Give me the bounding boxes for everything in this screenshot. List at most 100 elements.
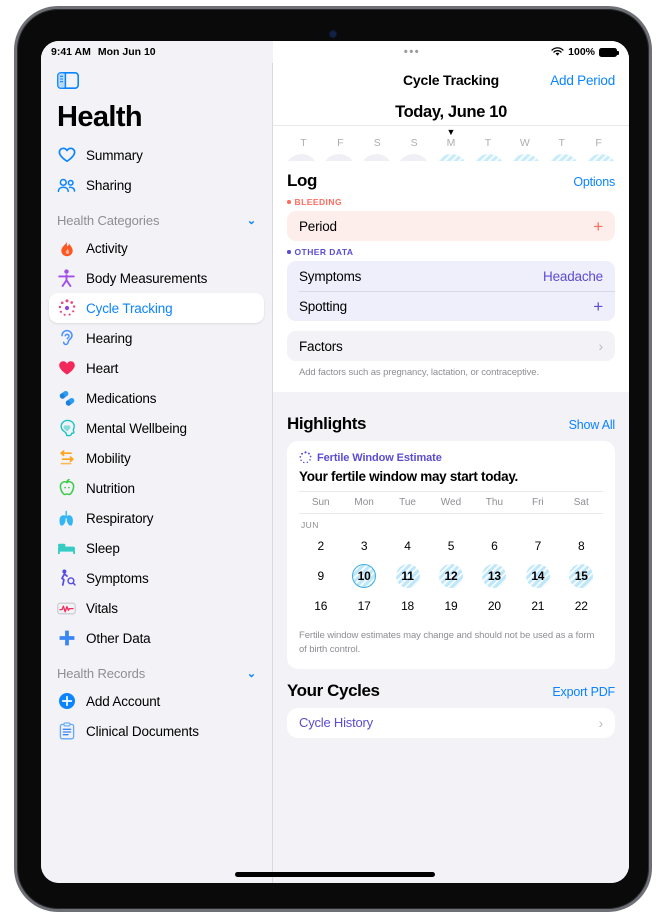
sidebar-item-label: Sharing: [86, 177, 132, 193]
sidebar-item-nutrition[interactable]: Nutrition: [49, 473, 264, 503]
calendar-day[interactable]: 3: [352, 534, 376, 558]
home-indicator[interactable]: [235, 872, 435, 877]
sidebar-item-hearing[interactable]: Hearing: [49, 323, 264, 353]
calendar-day[interactable]: 17: [352, 594, 376, 618]
log-options-button[interactable]: Options: [573, 175, 615, 189]
calendar-day-fertile[interactable]: 15: [569, 564, 594, 588]
lungs-icon: [57, 509, 76, 528]
calendar-day-fertile[interactable]: 13: [482, 564, 507, 588]
sidebar-item-clinical-documents[interactable]: Clinical Documents: [49, 716, 264, 746]
calendar-day[interactable]: 4: [396, 534, 420, 558]
person-magnifier-icon: [57, 569, 76, 588]
sidebar-item-cycle-tracking[interactable]: Cycle Tracking: [49, 293, 264, 323]
sidebar-item-medications[interactable]: Medications: [49, 383, 264, 413]
chevron-down-icon[interactable]: ⌄: [247, 214, 256, 227]
calendar-day[interactable]: 5: [439, 534, 463, 558]
mobility-arrows-icon: [57, 449, 76, 468]
sidebar-item-sharing[interactable]: Sharing: [49, 170, 264, 200]
sidebar-item-add-account[interactable]: Add Account: [49, 686, 264, 716]
log-row-spotting[interactable]: Spotting +: [287, 291, 615, 321]
other-data-bullet-icon: [287, 250, 291, 254]
calendar-day[interactable]: 18: [396, 594, 420, 618]
calendar-day[interactable]: 21: [526, 594, 550, 618]
week-day-cell: M: [433, 137, 470, 149]
bed-icon: [57, 539, 76, 558]
calendar-day-fertile[interactable]: 11: [395, 564, 420, 588]
week-day-letter: W: [519, 137, 530, 149]
sidebar-item-label: Nutrition: [86, 480, 135, 496]
week-day-letter: T: [558, 137, 565, 149]
sidebar-section-health-records[interactable]: Health Records ⌄: [57, 666, 256, 681]
ipad-device-frame: 9:41 AM Mon Jun 10 ••• 100% Health Summa…: [14, 6, 652, 912]
apple-icon: [57, 479, 76, 498]
highlights-header: Highlights Show All: [287, 414, 615, 434]
calendar-month-label: JUN: [301, 520, 319, 530]
sidebar-item-heart[interactable]: Heart: [49, 353, 264, 383]
sidebar-item-activity[interactable]: Activity: [49, 233, 264, 263]
cycle-history-row[interactable]: Cycle History ›: [287, 708, 615, 738]
sidebar-item-label: Hearing: [86, 330, 133, 346]
calendar-day-fertile[interactable]: 12: [438, 564, 463, 588]
calendar-day-today[interactable]: 10: [352, 564, 377, 588]
sidebar-item-other-data[interactable]: Other Data: [49, 623, 264, 653]
calendar-day-fertile[interactable]: 14: [525, 564, 550, 588]
add-spotting-plus-icon[interactable]: +: [593, 298, 603, 315]
fertile-window-card[interactable]: Fertile Window Estimate Your fertile win…: [287, 441, 615, 669]
chevron-right-icon[interactable]: ›: [599, 338, 604, 354]
content-scroll-area[interactable]: Log Options BLEEDING Period + OTHER DATA…: [273, 161, 629, 883]
week-day-cell: F: [322, 137, 359, 149]
calendar-day[interactable]: 22: [569, 594, 593, 618]
week-day-letter: T: [484, 137, 492, 149]
fertile-window-tag: Fertile Window Estimate: [299, 451, 603, 464]
sidebar-item-sleep[interactable]: Sleep: [49, 533, 264, 563]
log-title: Log: [287, 171, 317, 190]
bleeding-bullet-icon: [287, 200, 291, 204]
weekday-header: Thu: [485, 497, 504, 508]
flame-icon: [57, 239, 76, 258]
week-day-letter: S: [410, 137, 418, 149]
sidebar-item-summary[interactable]: Summary: [49, 140, 264, 170]
cycle-icon: [299, 451, 312, 464]
log-row-value[interactable]: Headache: [543, 269, 603, 284]
sidebar-item-body-measurements[interactable]: Body Measurements: [49, 263, 264, 293]
calendar-week-row: 16 17 18 19 20 21 22: [299, 591, 603, 621]
calendar-day[interactable]: 2: [309, 534, 333, 558]
people-icon: [57, 176, 76, 195]
chevron-down-icon[interactable]: ⌄: [247, 667, 256, 680]
week-day-cell: S: [396, 137, 433, 149]
calendar-day[interactable]: 19: [439, 594, 463, 618]
week-day-letter: F: [337, 137, 344, 149]
sidebar-section-label: Health Categories: [57, 213, 160, 228]
today-date-label: Today, June 10: [395, 103, 507, 121]
calendar-day[interactable]: 7: [526, 534, 550, 558]
sidebar-item-symptoms[interactable]: Symptoms: [49, 563, 264, 593]
sidebar-item-respiratory[interactable]: Respiratory: [49, 503, 264, 533]
ear-icon: [57, 329, 76, 348]
add-period-plus-icon[interactable]: +: [593, 218, 603, 235]
sidebar-item-vitals[interactable]: Vitals: [49, 593, 264, 623]
add-period-button[interactable]: Add Period: [550, 73, 615, 88]
week-day-letter: T: [300, 137, 307, 149]
your-cycles-card: Cycle History ›: [287, 707, 615, 738]
sidebar-toggle-icon[interactable]: [57, 72, 272, 94]
sidebar-item-label: Add Account: [86, 693, 161, 709]
highlights-show-all-button[interactable]: Show All: [569, 418, 616, 432]
sidebar-item-mental-wellbeing[interactable]: Mental Wellbeing: [49, 413, 264, 443]
calendar-day[interactable]: 9: [309, 564, 333, 588]
weekday-header: Fri: [531, 497, 544, 508]
nav-title: Cycle Tracking: [402, 72, 500, 88]
log-row-period[interactable]: Period +: [287, 211, 615, 241]
chevron-right-icon[interactable]: ›: [599, 715, 604, 731]
cycle-history-label: Cycle History: [299, 715, 373, 731]
calendar-day[interactable]: 6: [482, 534, 506, 558]
calendar-day[interactable]: 16: [309, 594, 333, 618]
sidebar-item-mobility[interactable]: Mobility: [49, 443, 264, 473]
log-row-factors[interactable]: Factors ›: [287, 331, 615, 361]
log-row-symptoms[interactable]: Symptoms Headache: [287, 261, 615, 291]
calendar-week-row: 9 10 11 12 13 14 15: [299, 561, 603, 591]
sidebar-section-health-categories[interactable]: Health Categories ⌄: [57, 213, 256, 228]
factors-note: Add factors such as pregnancy, lactation…: [299, 367, 540, 378]
calendar-day[interactable]: 8: [569, 534, 593, 558]
export-pdf-button[interactable]: Export PDF: [552, 685, 615, 699]
calendar-day[interactable]: 20: [482, 594, 506, 618]
